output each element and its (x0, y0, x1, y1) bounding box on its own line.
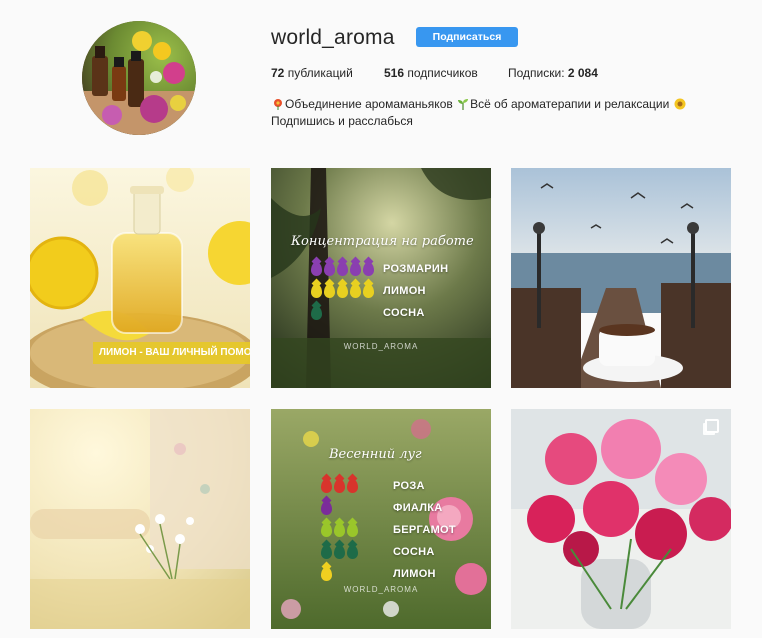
drop-icon (363, 262, 374, 276)
aroma-drops (311, 284, 383, 298)
drop-icon (321, 567, 332, 581)
aroma-row: СОСНА (311, 302, 481, 324)
drop-icon (347, 545, 358, 559)
drop-icon (321, 523, 332, 537)
drop-icon (337, 262, 348, 276)
drop-icon (324, 284, 335, 298)
drop-icon (334, 523, 345, 537)
flower-icon (274, 99, 282, 110)
post-tile-lemon[interactable]: ЛИМОН - ВАШ ЛИЧНЫЙ ПОМОЩНИК (30, 168, 250, 388)
aroma-drops (321, 501, 393, 515)
aroma-drops (311, 306, 383, 320)
following-stat[interactable]: Подписки: 2 084 (508, 66, 598, 80)
aroma-drops (321, 523, 393, 537)
drop-icon (347, 523, 358, 537)
drop-icon (321, 479, 332, 493)
drop-icon (334, 479, 345, 493)
followers-stat[interactable]: 516 подписчиков (384, 66, 478, 80)
multiple-photos-icon (705, 419, 719, 433)
bio-line-1a: Объединение аромаманьяков (285, 97, 453, 111)
posts-count: 72 (271, 66, 285, 80)
wildflowers-photo (30, 409, 250, 629)
aroma-name: СОСНА (383, 307, 425, 319)
drop-icon (350, 262, 361, 276)
sun-flower-icon (674, 98, 686, 110)
aroma-row: БЕРГАМОТ (321, 519, 491, 541)
aroma-row: РОЗА (321, 475, 491, 497)
post-tile-seaside-coffee[interactable] (511, 168, 731, 388)
aroma-drops (311, 262, 383, 276)
profile-username: world_aroma (271, 26, 395, 49)
drop-icon (334, 545, 345, 559)
bio-line-1b: Всё об ароматерапии и релаксации (470, 97, 670, 111)
seaside-pier-photo (511, 168, 731, 388)
aroma-name: ФИАЛКА (393, 502, 443, 514)
drop-icon (321, 501, 332, 515)
aroma-row: РОЗМАРИН (311, 258, 481, 280)
drop-icon (321, 545, 332, 559)
post-tile-pink-flowers[interactable] (511, 409, 731, 629)
post-tile-wildflowers[interactable] (30, 409, 250, 629)
aroma-row: СОСНА (321, 541, 491, 563)
post-tile-concentration[interactable]: Концентрация на работе РОЗМАРИН ЛИМОН СОСН… (271, 168, 491, 388)
aroma-row: ФИАЛКА (321, 497, 491, 519)
pink-flowers-photo (511, 409, 731, 629)
concentration-watermark: WORLD_AROMA (343, 342, 419, 351)
drop-icon (350, 284, 361, 298)
followers-count: 516 (384, 66, 405, 80)
bio-line-2: Подпишись и расслабься (271, 114, 413, 128)
following-count: 2 084 (567, 66, 598, 80)
drop-icon (311, 306, 322, 320)
profile-avatar[interactable] (82, 21, 196, 135)
drop-icon (311, 284, 322, 298)
drop-icon (337, 284, 348, 298)
drop-icon (311, 262, 322, 276)
aroma-row: ЛИМОН (321, 563, 491, 585)
lemon-banner-text: ЛИМОН - ВАШ ЛИЧНЫЙ ПОМОЩНИК (93, 342, 250, 364)
aroma-name: ЛИМОН (393, 568, 436, 580)
following-label: Подписки: (508, 66, 565, 80)
aroma-drops (321, 567, 393, 581)
aroma-name: СОСНА (393, 546, 435, 558)
posts-label: публикаций (287, 66, 353, 80)
aroma-name: БЕРГАМОТ (393, 524, 456, 536)
followers-label: подписчиков (407, 66, 478, 80)
meadow-watermark: WORLD_AROMA (343, 585, 419, 594)
concentration-aroma-list: РОЗМАРИН ЛИМОН СОСНА (311, 258, 481, 324)
aroma-name: ЛИМОН (383, 285, 426, 297)
aroma-drops (321, 479, 393, 493)
drop-icon (347, 479, 358, 493)
follow-button[interactable]: Подписаться (416, 27, 518, 47)
drop-icon (363, 284, 374, 298)
post-tile-spring-meadow[interactable]: Весенний луг РОЗА ФИАЛКА БЕРГАМОТ СОСНА ЛИМО… (271, 409, 491, 629)
posts-count-stat: 72 публикаций (271, 66, 353, 80)
seedling-icon (458, 99, 469, 110)
aroma-name: РОЗМАРИН (383, 263, 449, 275)
aroma-drops (321, 545, 393, 559)
aroma-name: РОЗА (393, 480, 425, 492)
aroma-row: ЛИМОН (311, 280, 481, 302)
meadow-aroma-list: РОЗА ФИАЛКА БЕРГАМОТ СОСНА ЛИМОН (321, 475, 491, 585)
drop-icon (324, 262, 335, 276)
profile-bio: Объединение аромаманьяков Всё об аромате… (271, 96, 731, 130)
meadow-title: Весенний луг (329, 447, 422, 462)
concentration-title: Концентрация на работе (291, 234, 474, 249)
